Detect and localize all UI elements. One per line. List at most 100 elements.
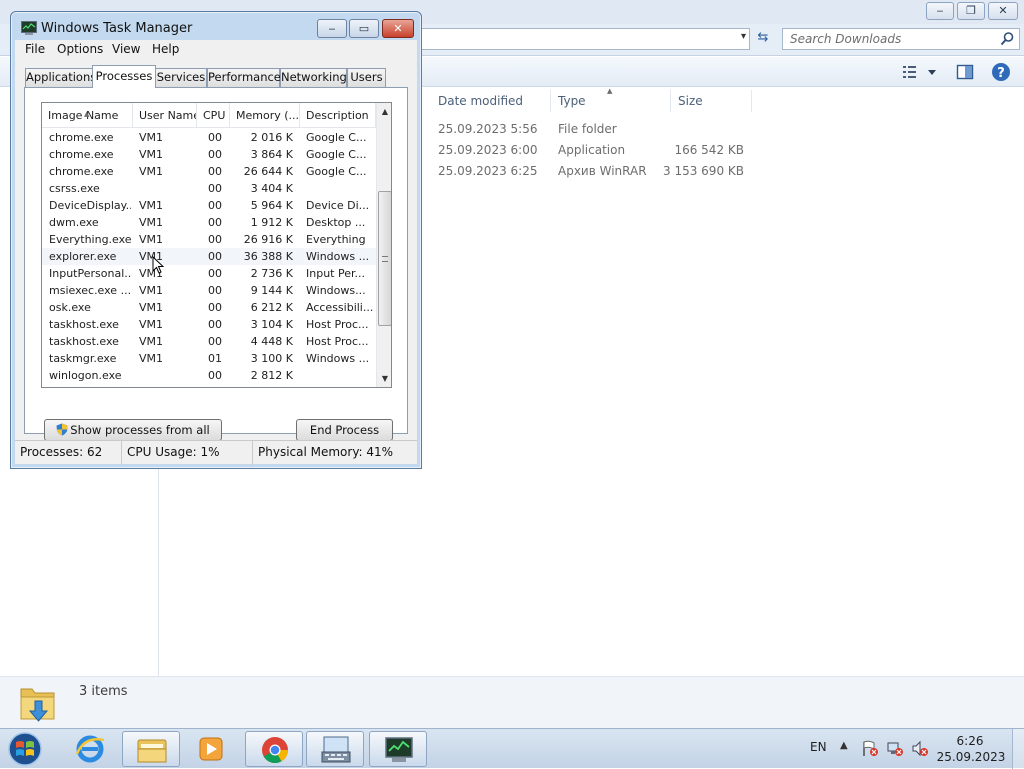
media-player-icon	[199, 737, 223, 761]
tab-performance[interactable]: Performance	[207, 68, 281, 87]
task-manager-app-icon	[21, 21, 37, 35]
process-user-name: VM1	[139, 199, 164, 212]
menu-view[interactable]: View	[112, 42, 140, 56]
process-image-name: taskhost.exe	[49, 335, 119, 348]
column-type[interactable]: Type	[558, 94, 586, 108]
scroll-down-icon[interactable]: ▼	[377, 370, 391, 387]
search-input[interactable]: Search Downloads	[782, 28, 1020, 50]
column-divider[interactable]	[670, 90, 671, 112]
tab-networking[interactable]: Networking	[280, 68, 347, 87]
process-image-name: Everything.exe	[49, 233, 131, 246]
column-size[interactable]: Size	[678, 94, 703, 108]
network-icon[interactable]	[886, 740, 904, 757]
process-image-name: csrss.exe	[49, 182, 100, 195]
end-process-button[interactable]: End Process	[296, 419, 393, 441]
taskbar-media-player[interactable]	[182, 731, 240, 767]
on-screen-keyboard-icon	[321, 736, 351, 763]
clock-time[interactable]: 6:26	[945, 734, 995, 748]
tab-users[interactable]: Users	[347, 68, 386, 87]
process-image-name: chrome.exe	[49, 131, 114, 144]
process-cpu: 00	[208, 335, 222, 348]
column-cpu[interactable]: CPU	[197, 103, 230, 128]
process-memory: 36 388 K	[243, 250, 293, 263]
process-row[interactable]: Everything.exe VM1 00 26 916 K Everything	[42, 231, 376, 248]
process-image-name: chrome.exe	[49, 165, 114, 178]
column-divider[interactable]	[751, 90, 752, 112]
process-list[interactable]: ▲ Image Name User Name CPU Memory (... D…	[41, 102, 392, 388]
column-user-name[interactable]: User Name	[133, 103, 197, 128]
process-image-name: taskhost.exe	[49, 318, 119, 331]
process-row[interactable]: InputPersonal... VM1 00 2 736 K Input Per...	[42, 265, 376, 282]
column-description[interactable]: Description	[300, 103, 376, 128]
menu-options[interactable]: Options	[57, 42, 103, 56]
process-list-header: ▲ Image Name User Name CPU Memory (... D…	[42, 103, 376, 128]
menu-help[interactable]: Help	[152, 42, 179, 56]
process-row[interactable]: osk.exe VM1 00 6 212 K Accessibili...	[42, 299, 376, 316]
refresh-icon[interactable]: ⇆	[752, 29, 774, 49]
explorer-close-button[interactable]: ✕	[988, 2, 1018, 20]
column-divider[interactable]	[550, 90, 551, 112]
maximize-button[interactable]: ▭	[349, 19, 379, 38]
process-image-name: winlogon.exe	[49, 369, 122, 382]
process-row[interactable]: taskhost.exe VM1 00 4 448 K Host Proc...	[42, 333, 376, 350]
show-desktop-button[interactable]	[1012, 729, 1024, 769]
process-row[interactable]: DeviceDisplay... VM1 00 5 964 K Device Di...	[42, 197, 376, 214]
process-row[interactable]: chrome.exe VM1 00 3 864 K Google C...	[42, 146, 376, 163]
address-dropdown-icon[interactable]: ▾	[741, 31, 746, 42]
process-row[interactable]: chrome.exe VM1 00 26 644 K Google C...	[42, 163, 376, 180]
search-icon[interactable]	[999, 31, 1015, 47]
show-hidden-icons-icon[interactable]: ▲	[840, 740, 848, 751]
preview-pane-icon[interactable]	[956, 63, 974, 81]
file-type: Архив WinRAR	[558, 164, 647, 178]
minimize-button[interactable]: ‒	[317, 19, 347, 38]
address-field[interactable]: ▾	[420, 28, 750, 50]
task-manager-window: Windows Task Manager ‒ ▭ ✕ File Options …	[10, 11, 422, 469]
language-indicator[interactable]: EN	[810, 740, 827, 754]
vertical-scrollbar[interactable]: ▲ ▼	[376, 103, 391, 387]
tab-applications[interactable]: Applications	[25, 68, 96, 87]
taskbar-file-explorer[interactable]	[122, 731, 180, 767]
process-description: Windows...	[306, 284, 366, 297]
process-cpu: 00	[208, 216, 222, 229]
tab-processes[interactable]: Processes	[92, 65, 156, 88]
process-row[interactable]: explorer.exe VM1 00 36 388 K Windows ...	[42, 248, 376, 265]
process-memory: 5 964 K	[250, 199, 293, 212]
menu-file[interactable]: File	[25, 42, 45, 56]
taskbar-internet-explorer[interactable]	[61, 731, 119, 767]
column-memory[interactable]: Memory (...	[230, 103, 300, 128]
action-center-flag-icon[interactable]	[861, 740, 879, 757]
start-button-icon[interactable]	[6, 731, 44, 767]
clock-date[interactable]: 25.09.2023	[935, 750, 1007, 764]
explorer-maximize-button[interactable]: ❐	[957, 2, 985, 20]
taskbar-on-screen-keyboard[interactable]	[306, 731, 364, 767]
process-row[interactable]: taskhost.exe VM1 00 3 104 K Host Proc...	[42, 316, 376, 333]
process-row[interactable]: chrome.exe VM1 00 2 016 K Google C...	[42, 129, 376, 146]
scroll-thumb[interactable]	[378, 191, 391, 327]
taskbar-chrome[interactable]	[245, 731, 303, 767]
process-user-name: VM1	[139, 233, 164, 246]
process-user-name: VM1	[139, 267, 164, 280]
process-row[interactable]: csrss.exe 00 3 404 K	[42, 180, 376, 197]
close-button[interactable]: ✕	[382, 19, 414, 38]
column-date-modified[interactable]: Date modified	[438, 94, 523, 108]
process-description: Google C...	[306, 148, 367, 161]
tab-services[interactable]: Services	[155, 68, 207, 87]
process-description: Desktop ...	[306, 216, 366, 229]
process-user-name: VM1	[139, 284, 164, 297]
volume-muted-icon[interactable]	[911, 740, 929, 757]
process-row[interactable]: winlogon.exe 00 2 812 K	[42, 367, 376, 384]
process-memory: 3 404 K	[250, 182, 293, 195]
help-icon[interactable]: ?	[991, 62, 1011, 82]
process-row[interactable]: dwm.exe VM1 00 1 912 K Desktop ...	[42, 214, 376, 231]
change-view-icon[interactable]	[902, 63, 938, 81]
file-type: File folder	[558, 122, 617, 136]
column-image-name[interactable]: ▲ Image Name	[42, 103, 133, 128]
taskbar-task-manager[interactable]	[369, 731, 427, 767]
scroll-up-icon[interactable]: ▲	[377, 103, 391, 120]
process-row[interactable]: msiexec.exe ... VM1 00 9 144 K Windows...	[42, 282, 376, 299]
process-row[interactable]: taskmgr.exe VM1 01 3 100 K Windows ...	[42, 350, 376, 367]
process-cpu: 00	[208, 182, 222, 195]
process-image-name: osk.exe	[49, 301, 91, 314]
explorer-minimize-button[interactable]: ‒	[926, 2, 954, 20]
show-all-users-button[interactable]: Show processes from all users	[44, 419, 222, 457]
